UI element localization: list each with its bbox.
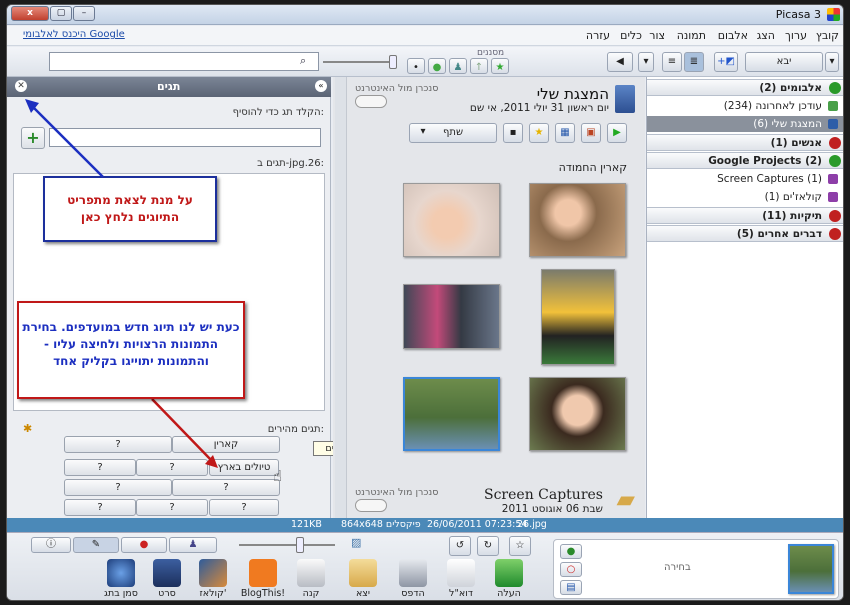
- slideshow-play-icon[interactable]: ▶: [607, 123, 627, 143]
- hold-pin-icon[interactable]: ●: [560, 544, 582, 559]
- action-blogthis: BlogThis!: [240, 588, 286, 599]
- sync-toggle[interactable]: [355, 95, 387, 108]
- album-book-icon: [615, 85, 635, 113]
- printer-icon[interactable]: [399, 559, 427, 587]
- collage-icon[interactable]: ▦: [555, 123, 575, 143]
- geotag-pin-icon[interactable]: ●: [121, 537, 167, 553]
- album-collages[interactable]: קולאז'ים (1): [647, 189, 843, 205]
- album-icon: [828, 119, 838, 129]
- action-export: יצא: [355, 588, 371, 599]
- sync-label-2: סנכרן מול האינטרנט: [355, 487, 439, 498]
- zoom-image-icon[interactable]: ▨: [351, 536, 361, 549]
- project-icon: [828, 192, 838, 202]
- blog-icon[interactable]: ▣: [581, 123, 601, 143]
- photo-thumbnail[interactable]: [529, 377, 626, 451]
- library-panel: אלבומים (2) עודכן לאחרונה (234) המצגת של…: [646, 77, 843, 518]
- sync-toggle-2[interactable]: [355, 499, 387, 512]
- photo-thumbnail[interactable]: [541, 269, 615, 365]
- movie-icon[interactable]: [153, 559, 181, 587]
- album-icon: [828, 101, 838, 111]
- album2-date: שבת 06 אוגוסט 2011: [501, 503, 603, 515]
- section-other-stuff[interactable]: דברים אחרים (5): [647, 225, 843, 242]
- section-folders[interactable]: תיקיות (11): [647, 207, 843, 224]
- album-view: סנכרן מול האינטרנט המצגת שלי יום ראשון 3…: [333, 77, 645, 518]
- section-google-projects[interactable]: Google Projects (2): [647, 152, 843, 169]
- action-email: דוא"ל: [449, 588, 473, 599]
- action-print: הדפס: [401, 588, 425, 599]
- save-disk-icon[interactable]: ▪: [503, 123, 523, 143]
- album-my-slideshow[interactable]: המצגת שלי (6): [647, 116, 843, 132]
- upload-arrow-icon[interactable]: [495, 559, 523, 587]
- album-title: המצגת שלי: [536, 85, 609, 103]
- sync-label: סנכרן מול האינטרנט: [355, 83, 439, 94]
- hand-cursor-icon: ☝: [273, 467, 283, 485]
- action-collage: קולאז': [199, 588, 227, 599]
- album-screen-captures[interactable]: Screen Captures (1): [647, 171, 843, 187]
- picasa-window: x ▢ – Picasa 3 היכנס לאלבומי Google קובץ…: [6, 4, 844, 601]
- photo-thumbnail[interactable]: [529, 183, 626, 257]
- star-icon[interactable]: ★: [529, 123, 549, 143]
- rotate-right-icon[interactable]: ↻: [477, 536, 499, 556]
- expand-icon[interactable]: [829, 155, 841, 167]
- project-icon: [828, 174, 838, 184]
- status-datetime: 26/06/2011 07:23:54: [427, 519, 528, 530]
- expand-icon[interactable]: [829, 82, 841, 94]
- photo-thumbnail-selected[interactable]: [403, 377, 500, 451]
- selection-tray: ● ○ ▤ בחירה: [553, 539, 839, 599]
- collage-icon[interactable]: [199, 559, 227, 587]
- folder-icon: ▰: [616, 485, 635, 513]
- shop-icon[interactable]: [297, 559, 325, 587]
- action-movie: סרט: [158, 588, 176, 599]
- action-geotag: סמן בתג גיאוגרפי: [104, 588, 138, 600]
- new-tag-callout: כעת יש לנו תיוג חדש במועדפים. בחירת התמו…: [17, 301, 245, 399]
- add-to-album-icon[interactable]: ▤: [560, 580, 582, 595]
- expand-icon[interactable]: [829, 228, 841, 240]
- tag-icon[interactable]: ✎: [73, 537, 119, 553]
- export-folder-icon[interactable]: [349, 559, 377, 587]
- status-bar: 26.jpg 26/06/2011 07:23:54 864x648 פיקסל…: [7, 518, 843, 532]
- album2-title: Screen Captures: [484, 487, 603, 503]
- section-people[interactable]: אנשים (1): [647, 134, 843, 151]
- album-caption: קארין החמודה: [558, 161, 627, 174]
- photo-tray: ⓘ ✎ ● ♟ ▨ ↺ ↻ ☆ סמן בתג גיאוגרפי סרט קול…: [7, 532, 843, 600]
- scrollbar[interactable]: [335, 77, 347, 518]
- selected-photo-thumbnail[interactable]: [788, 544, 834, 594]
- expand-icon[interactable]: [829, 137, 841, 149]
- rotate-left-icon[interactable]: ↺: [449, 536, 471, 556]
- action-shop: קנה: [302, 588, 320, 599]
- zoom-slider-handle[interactable]: [296, 537, 304, 553]
- share-dropdown-icon[interactable]: ▾: [415, 123, 431, 143]
- selection-label: בחירה: [664, 562, 691, 573]
- photo-thumbnail[interactable]: [403, 284, 500, 349]
- favorite-star-icon[interactable]: ☆: [509, 536, 531, 556]
- album-recently-updated[interactable]: עודכן לאחרונה (234): [647, 98, 843, 114]
- album-date: יום ראשון 31 יולי 2011, אי שם: [469, 102, 609, 114]
- people-icon[interactable]: ♟: [169, 537, 217, 553]
- zoom-slider[interactable]: [239, 544, 335, 546]
- share-label: שתף: [442, 127, 464, 138]
- action-upload: העלה: [497, 588, 521, 599]
- clear-selection-icon[interactable]: ○: [560, 562, 582, 577]
- google-earth-icon[interactable]: [107, 559, 135, 587]
- email-envelope-icon[interactable]: [447, 559, 475, 587]
- info-icon[interactable]: ⓘ: [31, 537, 71, 553]
- section-albums[interactable]: אלבומים (2): [647, 79, 843, 96]
- expand-icon[interactable]: [829, 210, 841, 222]
- photo-thumbnail[interactable]: [403, 183, 500, 257]
- blogger-icon[interactable]: [249, 559, 277, 587]
- status-dimensions: 864x648 פיקסלים: [341, 519, 421, 530]
- status-filesize: 121KB: [291, 519, 322, 530]
